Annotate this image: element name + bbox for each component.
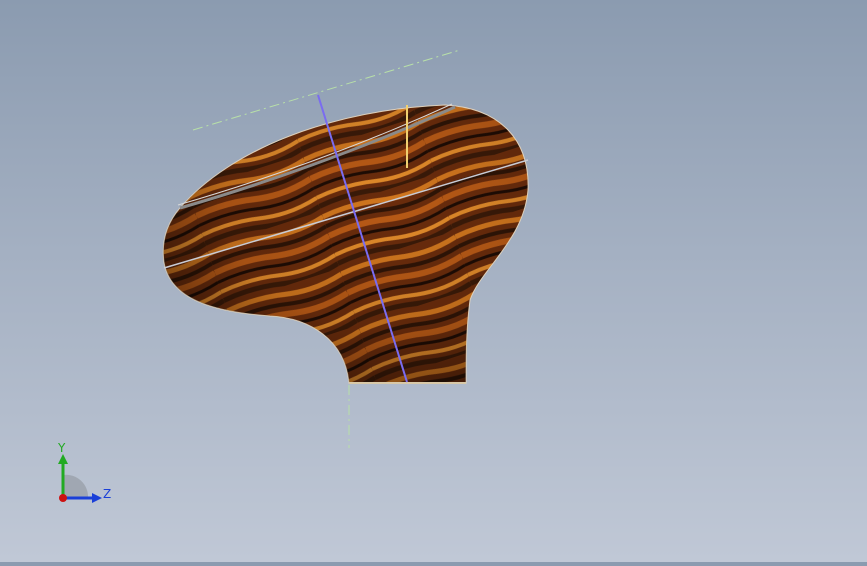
view-triad[interactable]: Y Z [50,440,120,510]
z-axis-label: Z [103,487,111,501]
knob-body[interactable] [162,103,529,384]
triad-plane [63,474,89,498]
model-canvas[interactable] [0,0,867,562]
graphics-viewport[interactable] [0,0,867,562]
y-axis-label: Y [57,441,66,455]
x-axis-dot [59,494,67,502]
